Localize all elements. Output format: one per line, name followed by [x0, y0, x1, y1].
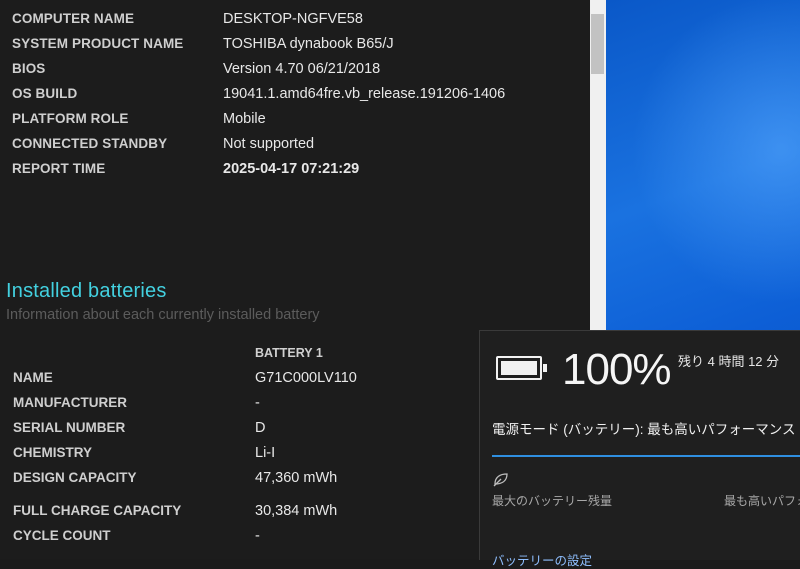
sysinfo-key: PLATFORM ROLE	[12, 111, 129, 126]
battery-value: Li-I	[255, 445, 276, 461]
sysinfo-key: COMPUTER NAME	[12, 11, 135, 26]
sysinfo-value: DESKTOP-NGFVE58	[223, 11, 363, 27]
slider-right-label: 最も高いパフォ	[724, 494, 800, 508]
installed-batteries-subtitle: Information about each currently install…	[6, 307, 320, 323]
battery-row: NAME G71C000LV110	[13, 370, 357, 386]
power-mode-slider[interactable]	[492, 455, 800, 457]
installed-batteries-heading: Installed batteries	[6, 280, 167, 302]
sysinfo-row: OS BUILD 19041.1.amd64fre.vb_release.191…	[12, 86, 505, 111]
battery-value: -	[255, 395, 260, 411]
sysinfo-row: CONNECTED STANDBY Not supported	[12, 136, 314, 161]
battery-nub	[543, 364, 547, 372]
battery-fill	[501, 361, 537, 375]
battery-key: SERIAL NUMBER	[13, 420, 126, 435]
battery-value: -	[255, 528, 260, 544]
sysinfo-key: SYSTEM PRODUCT NAME	[12, 36, 184, 51]
battery-row: CYCLE COUNT -	[13, 528, 260, 544]
battery-key: CHEMISTRY	[13, 445, 93, 460]
sysinfo-key: CONNECTED STANDBY	[12, 136, 168, 151]
sysinfo-value: Version 4.70 06/21/2018	[223, 61, 381, 77]
battery-row: SERIAL NUMBER D	[13, 420, 265, 436]
battery-value: 47,360 mWh	[255, 470, 338, 486]
sysinfo-row: SYSTEM PRODUCT NAME TOSHIBA dynabook B65…	[12, 36, 394, 61]
battery-column-header: BATTERY 1	[255, 346, 323, 360]
battery-full-icon	[496, 356, 547, 380]
battery-row: FULL CHARGE CAPACITY 30,384 mWh	[13, 503, 337, 519]
sysinfo-value: TOSHIBA dynabook B65/J	[223, 36, 394, 52]
battery-settings-link[interactable]: バッテリーの設定	[492, 550, 592, 569]
sysinfo-key: REPORT TIME	[12, 161, 106, 176]
battery-row: CHEMISTRY Li-I	[13, 445, 275, 461]
sysinfo-value: 19041.1.amd64fre.vb_release.191206-1406	[223, 86, 506, 102]
sysinfo-key: BIOS	[12, 61, 46, 76]
power-mode-label: 電源モード (バッテリー): 最も高いパフォーマンス	[492, 422, 796, 437]
battery-key: NAME	[13, 370, 53, 385]
battery-time-remaining: 残り 4 時間 12 分	[678, 354, 780, 369]
battery-value: D	[255, 420, 266, 436]
battery-key: FULL CHARGE CAPACITY	[13, 503, 182, 518]
battery-flyout: 100% 残り 4 時間 12 分 電源モード (バッテリー): 最も高いパフォ…	[479, 330, 800, 568]
battery-row: DESIGN CAPACITY 47,360 mWh	[13, 470, 337, 486]
sysinfo-row: REPORT TIME 2025-04-17 07:21:29	[12, 161, 359, 186]
battery-row: MANUFACTURER -	[13, 395, 260, 411]
battery-percent: 100%	[562, 345, 672, 394]
battery-value: 30,384 mWh	[255, 503, 338, 519]
sysinfo-value: Mobile	[223, 111, 266, 127]
sysinfo-row: COMPUTER NAME DESKTOP-NGFVE58	[12, 11, 363, 36]
battery-saver-leaf-icon	[493, 473, 508, 487]
sysinfo-row: PLATFORM ROLE Mobile	[12, 111, 266, 136]
sysinfo-key: OS BUILD	[12, 86, 78, 101]
desktop-wallpaper-glow	[606, 0, 800, 330]
battery-key: DESIGN CAPACITY	[13, 470, 137, 485]
sysinfo-row: BIOS Version 4.70 06/21/2018	[12, 61, 380, 86]
battery-value: G71C000LV110	[255, 370, 357, 386]
sysinfo-value: Not supported	[223, 136, 315, 152]
battery-key: MANUFACTURER	[13, 395, 127, 410]
scrollbar-thumb[interactable]	[591, 14, 604, 74]
report-time-value: 2025-04-17 07:21:29	[223, 161, 360, 177]
slider-left-label: 最大のバッテリー残量	[492, 494, 613, 508]
battery-key: CYCLE COUNT	[13, 528, 111, 543]
